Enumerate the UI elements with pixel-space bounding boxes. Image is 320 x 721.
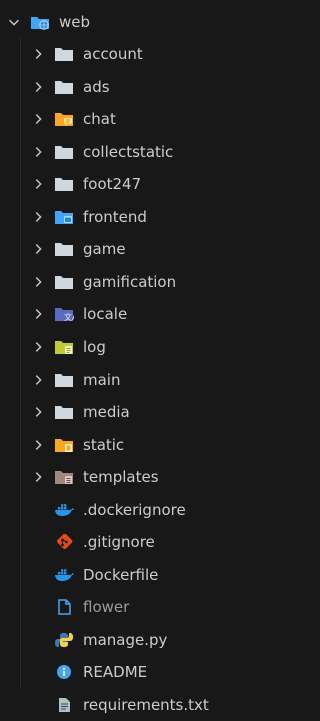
git-icon <box>54 534 74 550</box>
tree-item-label: account <box>83 45 143 63</box>
folder-icon <box>54 241 74 257</box>
chevron-right-icon[interactable] <box>30 437 46 453</box>
folder-web-icon <box>30 14 50 30</box>
tree-folder[interactable]: 文A locale <box>0 298 281 330</box>
tree-folder[interactable]: account <box>0 38 281 70</box>
file-explorer-tree: web account ads chat collectstatic foot247 fr… <box>0 0 281 714</box>
tree-item-label: static <box>83 435 125 454</box>
folder-chat-icon <box>54 111 74 127</box>
folder-icon <box>54 46 74 62</box>
chevron-right-icon[interactable] <box>30 274 46 290</box>
folder-icon <box>54 176 74 192</box>
tree-folder[interactable]: chat <box>0 103 281 135</box>
text-file-icon <box>54 697 74 713</box>
tree-folder[interactable]: collectstatic <box>0 136 281 168</box>
folder-templates-icon <box>54 469 74 485</box>
chevron-right-icon[interactable] <box>30 306 46 322</box>
tree-file[interactable]: flower <box>0 591 281 623</box>
chevron-right-icon[interactable] <box>30 111 46 127</box>
chevron-right-icon[interactable] <box>30 144 46 160</box>
folder-log-icon <box>54 339 74 355</box>
tree-folder[interactable]: main <box>0 364 281 396</box>
tree-item-label: media <box>83 403 130 422</box>
chevron-right-icon[interactable] <box>30 241 46 257</box>
tree-file[interactable]: .gitignore <box>0 526 281 558</box>
tree-item-label: .gitignore <box>83 533 155 552</box>
folder-locale-icon: 文A <box>54 306 74 322</box>
tree-folder[interactable]: foot247 <box>0 168 281 200</box>
folder-static-icon <box>54 437 74 453</box>
tree-item-label: manage.py <box>83 630 168 649</box>
tree-folder[interactable]: ads <box>0 71 281 103</box>
info-icon <box>54 664 74 680</box>
tree-root-web[interactable]: web <box>0 6 281 38</box>
tree-folder[interactable]: game <box>0 233 281 265</box>
chevron-down-icon[interactable] <box>6 14 22 30</box>
tree-folder[interactable]: templates <box>0 461 281 493</box>
tree-file[interactable]: manage.py <box>0 624 281 656</box>
tree-folder[interactable]: media <box>0 396 281 428</box>
tree-item-label: log <box>83 337 106 356</box>
chevron-right-icon[interactable] <box>30 339 46 355</box>
tree-folder[interactable]: static <box>0 429 281 461</box>
file-icon <box>54 599 74 616</box>
folder-icon <box>54 274 74 290</box>
chevron-right-icon[interactable] <box>30 79 46 95</box>
tree-item-label: foot247 <box>83 175 142 194</box>
chevron-right-icon[interactable] <box>30 469 46 485</box>
tree-item-label: locale <box>83 305 128 324</box>
tree-folder[interactable]: log <box>0 331 281 363</box>
folder-icon <box>54 144 74 160</box>
tree-item-label: ads <box>83 77 110 96</box>
tree-file[interactable]: Dockerfile <box>0 559 281 591</box>
tree-item-label: flower <box>83 598 130 617</box>
tree-item-label: collectstatic <box>83 142 174 161</box>
python-icon <box>54 632 74 648</box>
docker-icon <box>54 567 74 583</box>
tree-folder[interactable]: frontend <box>0 201 281 233</box>
tree-item-label: .dockerignore <box>83 500 186 519</box>
chevron-right-icon[interactable] <box>30 372 46 388</box>
folder-icon <box>54 79 74 95</box>
tree-root-label: web <box>59 13 91 31</box>
svg-text:文A: 文A <box>64 312 74 322</box>
folder-icon <box>54 404 74 420</box>
chevron-right-icon[interactable] <box>30 404 46 420</box>
chevron-right-icon[interactable] <box>30 46 46 62</box>
tree-folder[interactable]: gamification <box>0 266 281 298</box>
tree-file[interactable]: .dockerignore <box>0 494 281 526</box>
tree-item-label: templates <box>83 468 159 487</box>
tree-item-label: game <box>83 240 126 259</box>
folder-frontend-icon <box>54 209 74 225</box>
tree-item-label: README <box>83 663 148 682</box>
docker-icon <box>54 502 74 518</box>
tree-item-label: Dockerfile <box>83 565 159 584</box>
tree-file[interactable]: README <box>0 656 281 688</box>
chevron-right-icon[interactable] <box>30 209 46 225</box>
tree-item-label: gamification <box>83 272 177 291</box>
folder-icon <box>54 372 74 388</box>
tree-item-label: frontend <box>83 207 147 226</box>
tree-file[interactable]: requirements.txt <box>0 689 281 721</box>
tree-item-label: chat <box>83 110 116 129</box>
tree-item-label: main <box>83 370 121 389</box>
chevron-right-icon[interactable] <box>30 176 46 192</box>
